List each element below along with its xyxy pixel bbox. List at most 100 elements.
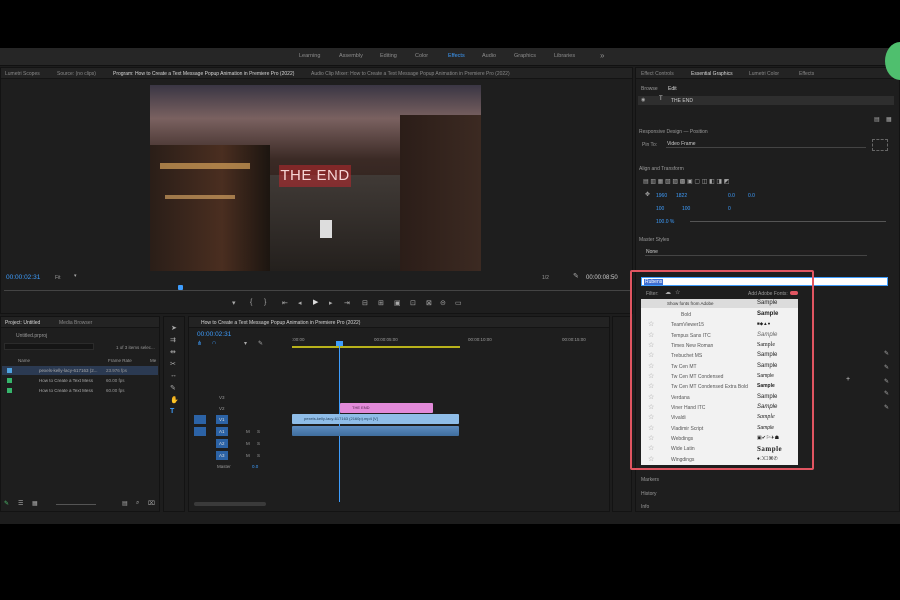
subtab-edit[interactable]: Edit — [668, 86, 677, 92]
tab-lumetri-scopes[interactable]: Lumetri Scopes — [5, 71, 40, 77]
source-patch-v1[interactable] — [194, 415, 206, 424]
eye-icon[interactable]: ◉ — [641, 97, 645, 103]
lift-icon[interactable]: ⊟ — [362, 299, 368, 307]
table-row[interactable]: How to Create a Text Mess 60.00 fps — [2, 376, 158, 385]
icon-view-icon[interactable]: ▦ — [32, 500, 38, 507]
track-label-v1[interactable]: V1 — [219, 417, 225, 422]
slip-tool-icon[interactable]: ↔ — [170, 372, 177, 379]
playhead-marker-icon[interactable] — [178, 285, 183, 290]
scale-value-2[interactable]: 100 — [682, 206, 690, 212]
tab-audio[interactable]: Audio — [482, 53, 496, 59]
track-label-a2[interactable]: A2 — [219, 441, 225, 446]
track-label-v2[interactable]: V2 — [219, 406, 225, 411]
source-patch-a1[interactable] — [194, 427, 206, 436]
camera-icon[interactable]: ▣ — [394, 299, 401, 307]
timeline-settings-icon[interactable]: ✎ — [258, 340, 263, 347]
opacity-slider[interactable] — [690, 221, 886, 222]
go-to-out-icon[interactable]: ⇥ — [344, 299, 350, 307]
overlay-title-text[interactable]: THE END — [279, 165, 351, 187]
panel-markers[interactable]: Markers — [641, 477, 659, 483]
tab-source[interactable]: Source: (no clips) — [57, 71, 96, 77]
add-marker-icon[interactable]: ▾ — [244, 340, 247, 347]
ripple-edit-icon[interactable]: ⇹ — [170, 348, 176, 356]
add-icon[interactable]: + — [846, 376, 850, 383]
eyedropper-icon[interactable]: ✎ — [884, 390, 889, 397]
column-media[interactable]: Me — [150, 358, 156, 363]
work-area-bar[interactable] — [292, 346, 460, 348]
tab-libraries[interactable]: Libraries — [554, 53, 575, 59]
solo-a1[interactable]: S — [257, 429, 260, 434]
tab-graphics[interactable]: Graphics — [514, 53, 536, 59]
extract-icon[interactable]: ⊞ — [378, 299, 384, 307]
list-view-icon[interactable]: ☰ — [18, 500, 23, 507]
pin-widget-icon[interactable] — [872, 139, 888, 151]
pin-to-dropdown[interactable]: Video Frame — [666, 140, 866, 148]
master-styles-dropdown[interactable]: None — [645, 248, 867, 256]
mark-out-icon[interactable]: } — [264, 299, 266, 306]
step-back-icon[interactable]: ◂ — [298, 299, 302, 307]
project-search-input[interactable] — [4, 343, 94, 350]
pen-tool-icon[interactable]: ✎ — [170, 384, 176, 392]
panel-history[interactable]: History — [641, 491, 657, 497]
track-label-a1[interactable]: A1 — [219, 429, 225, 434]
play-icon[interactable]: ▶ — [313, 298, 318, 306]
mute-a1[interactable]: M — [246, 429, 250, 434]
mute-a2[interactable]: M — [246, 441, 250, 446]
solo-a2[interactable]: S — [257, 441, 260, 446]
new-layer-icon[interactable]: ▤ — [874, 116, 880, 123]
more-workspaces-icon[interactable]: » — [600, 51, 604, 60]
razor-tool-icon[interactable]: ✂ — [170, 360, 176, 368]
tab-editing[interactable]: Editing — [380, 53, 397, 59]
tab-lumetri-color[interactable]: Lumetri Color — [749, 71, 779, 77]
rotation-a[interactable]: 0.0 — [728, 193, 735, 199]
new-item-icon[interactable]: ▤ — [122, 500, 128, 507]
eyedropper-icon[interactable]: ✎ — [884, 404, 889, 411]
track-label-v3[interactable]: V3 — [219, 395, 225, 400]
step-forward-icon[interactable]: ▸ — [329, 299, 333, 307]
anchor-value[interactable]: 0 — [728, 206, 731, 212]
type-tool-icon[interactable]: T — [170, 408, 174, 415]
align-icons[interactable]: ▤ ▥ ▦ ▧ ▨ ▩ ▣ ▢ ◫ ◧ ◨ ◩ — [643, 178, 729, 185]
button-editor-icon[interactable]: ⊡ — [410, 299, 416, 307]
tab-sequence[interactable]: How to Create a Text Message Popup Anima… — [201, 320, 360, 326]
opacity-value[interactable]: 100.0 % — [656, 219, 674, 225]
eyedropper-icon[interactable]: ✎ — [884, 350, 889, 357]
linked-selection-icon[interactable]: ∩ — [212, 340, 216, 346]
mark-in-icon[interactable]: { — [250, 299, 252, 306]
trash-icon[interactable]: ⌧ — [148, 500, 155, 507]
tab-effects[interactable]: Effects — [448, 53, 465, 59]
tab-effect-controls[interactable]: Effect Controls — [641, 71, 674, 77]
tab-media-browser[interactable]: Media Browser — [59, 320, 92, 326]
playhead-head-icon[interactable] — [336, 341, 343, 346]
timeline-scrollbar[interactable] — [194, 502, 266, 506]
program-scrub-bar[interactable] — [4, 290, 630, 295]
tab-project[interactable]: Project: Untitled — [5, 320, 40, 326]
mute-a3[interactable]: M — [246, 453, 250, 458]
tab-effects[interactable]: Effects — [799, 71, 814, 77]
master-volume[interactable]: 0.0 — [252, 464, 258, 469]
tab-essential-graphics[interactable]: Essential Graphics — [691, 71, 733, 77]
selection-tool-icon[interactable]: ➤ — [171, 324, 177, 332]
track-label-a3[interactable]: A3 — [219, 453, 225, 458]
tab-program[interactable]: Program: How to Create a Text Message Po… — [113, 71, 294, 77]
tab-audio-clip-mixer[interactable]: Audio Clip Mixer: How to Create a Text M… — [311, 71, 510, 77]
scale-value[interactable]: 100 — [656, 206, 664, 212]
column-frame-rate[interactable]: Frame Rate — [108, 358, 132, 363]
video-clip[interactable]: pexels-kelly-lacy-617163 (2160p).mp4 [V] — [292, 414, 459, 424]
layer-row[interactable]: ◉ T THE END — [638, 96, 894, 105]
fit-dropdown[interactable]: Fit — [55, 275, 61, 281]
eyedropper-icon[interactable]: ✎ — [884, 364, 889, 371]
audio-clip[interactable] — [292, 426, 459, 436]
snap-icon[interactable]: ⋔ — [197, 340, 202, 347]
position-x[interactable]: 1960 — [656, 193, 667, 199]
track-select-icon[interactable]: ⇉ — [170, 336, 176, 344]
wrench-icon[interactable]: ✎ — [573, 272, 579, 280]
timeline-timecode[interactable]: 00:00:02:31 — [197, 331, 231, 338]
column-name[interactable]: Name — [18, 358, 30, 363]
table-row[interactable]: pexels-kelly-lacy-617163 (2... 23.976 fp… — [2, 366, 158, 375]
position-y[interactable]: 1822 — [676, 193, 687, 199]
tab-assembly[interactable]: Assembly — [339, 53, 363, 59]
chevron-down-icon[interactable]: ▾ — [74, 273, 77, 279]
table-row[interactable]: How to Create a Text Mess 60.00 fps — [2, 386, 158, 395]
rotation-b[interactable]: 0.0 — [748, 193, 755, 199]
